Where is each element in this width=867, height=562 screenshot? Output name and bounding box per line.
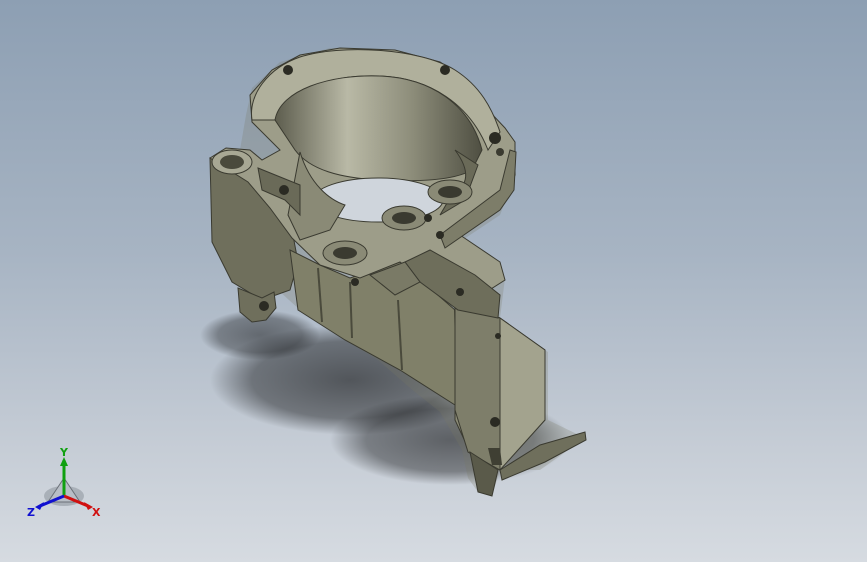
triad-x-label: X bbox=[92, 506, 101, 519]
housing-part-model[interactable] bbox=[0, 0, 867, 562]
reference-triad-icon: Y X Z bbox=[27, 446, 101, 519]
triad-y-label: Y bbox=[59, 446, 69, 459]
triad-z-label: Z bbox=[27, 506, 35, 519]
graphics-viewport[interactable]: Y X Z bbox=[0, 0, 867, 562]
